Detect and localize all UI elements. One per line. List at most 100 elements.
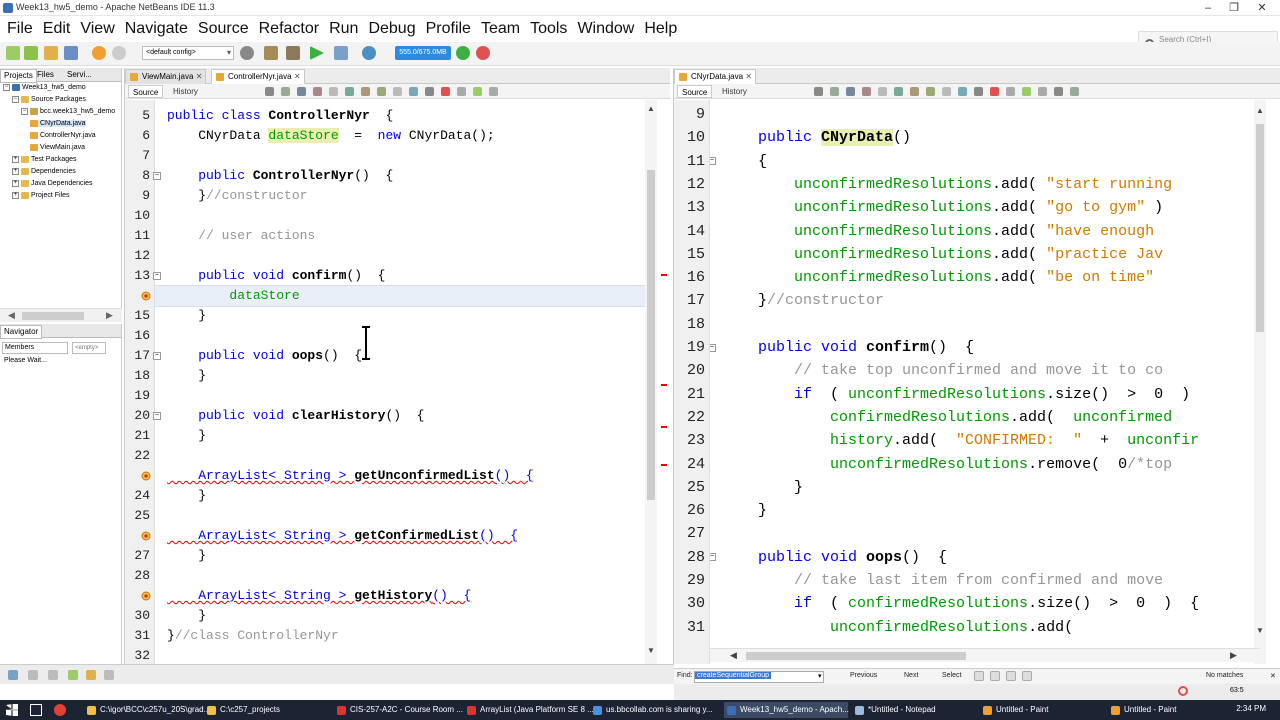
error-hint-icon[interactable]	[141, 471, 151, 481]
gc-icon[interactable]	[456, 46, 470, 60]
error-hint-icon[interactable]	[141, 531, 151, 541]
editor-tool-icon[interactable]	[489, 87, 498, 96]
menu-profile[interactable]: Profile	[421, 17, 476, 41]
highlight-icon[interactable]	[1022, 671, 1032, 681]
find-select-button[interactable]: Select	[942, 672, 961, 679]
output-icon[interactable]	[8, 670, 18, 680]
scroll-right-icon[interactable]: ▶	[106, 310, 113, 321]
tab-services[interactable]: Servi...	[64, 69, 95, 81]
editor-tool-icon[interactable]	[830, 87, 839, 96]
editor-tool-icon[interactable]	[1070, 87, 1079, 96]
terminal-icon[interactable]	[104, 670, 114, 680]
taskbar-item[interactable]: C:\igor\BCC\c257u_20S\grad...	[84, 702, 210, 718]
find-history-dropdown-icon[interactable]: ▾	[818, 672, 822, 680]
collapse-icon[interactable]: −	[3, 84, 10, 91]
taskbar-item[interactable]: Untitled - Paint	[980, 702, 1104, 718]
error-marker[interactable]	[661, 384, 667, 386]
find-input[interactable]: createSequentialGroup	[694, 671, 824, 683]
history-view-tab[interactable]: History	[169, 85, 202, 98]
editor-tool-icon[interactable]	[473, 87, 482, 96]
fold-toggle-icon[interactable]: −	[153, 272, 161, 280]
members-select[interactable]: Members	[2, 342, 68, 354]
debug-icon[interactable]	[334, 46, 348, 60]
run-icon[interactable]	[310, 46, 324, 60]
tab-files[interactable]: Files	[34, 69, 57, 81]
build-icon[interactable]	[264, 46, 278, 60]
history-view-tab[interactable]: History	[718, 85, 751, 98]
save-all-icon[interactable]	[64, 46, 78, 60]
memory-meter[interactable]: 555.0/675.0MB	[395, 46, 451, 60]
menu-help[interactable]: Help	[639, 17, 682, 41]
editor-tool-icon[interactable]	[425, 87, 434, 96]
chrome-icon[interactable]	[54, 704, 66, 716]
tab-controllernyr[interactable]: ControllerNyr.java ✕	[211, 69, 305, 84]
tree-item[interactable]: + Java Dependencies	[12, 180, 93, 187]
find-next-button[interactable]: Next	[904, 672, 918, 679]
taskbar-item[interactable]: C:\c257_projects	[204, 702, 328, 718]
menu-edit[interactable]: Edit	[38, 17, 76, 41]
editor-tool-icon[interactable]	[297, 87, 306, 96]
tree-item[interactable]: ViewMain.java	[30, 144, 85, 151]
windows-start-icon[interactable]	[6, 704, 18, 716]
search-results-icon[interactable]	[68, 670, 78, 680]
editor-tool-icon[interactable]	[393, 87, 402, 96]
menu-team[interactable]: Team	[476, 17, 525, 41]
menu-navigate[interactable]: Navigate	[120, 17, 193, 41]
close-tab-icon[interactable]: ✕	[196, 70, 203, 84]
taskbar-item[interactable]: *Untitled - Notepad	[852, 702, 976, 718]
editor-tool-icon[interactable]	[1054, 87, 1063, 96]
close-tab-icon[interactable]: ✕	[745, 70, 752, 84]
minimize-button[interactable]: –	[1196, 0, 1220, 16]
tab-cnyrdata[interactable]: CNyrData.java ✕	[674, 69, 757, 84]
undo-icon[interactable]	[92, 46, 106, 60]
editor-tool-icon[interactable]	[878, 87, 887, 96]
editor-tool-icon[interactable]	[345, 87, 354, 96]
regex-icon[interactable]	[1006, 671, 1016, 681]
tree-item[interactable]: + Test Packages	[12, 156, 77, 163]
new-project-icon[interactable]	[24, 46, 38, 60]
menu-debug[interactable]: Debug	[363, 17, 420, 41]
menu-refactor[interactable]: Refactor	[254, 17, 324, 41]
scroll-down-icon[interactable]: ▼	[1256, 626, 1264, 635]
scroll-right-icon[interactable]: ▶	[1230, 650, 1237, 661]
match-case-icon[interactable]	[974, 671, 984, 681]
fold-toggle-icon[interactable]: −	[153, 412, 161, 420]
source-view-tab[interactable]: Source	[677, 85, 713, 98]
scroll-left-icon[interactable]: ◀	[730, 650, 737, 661]
right-vscroll[interactable]: ▲ ▼	[1254, 100, 1266, 664]
empty-filter-select[interactable]: <empty>	[72, 342, 106, 354]
collapse-icon[interactable]: −	[21, 108, 28, 115]
left-vscroll-thumb[interactable]	[647, 170, 655, 500]
tree-item[interactable]: + Project Files	[12, 192, 70, 199]
editor-tool-icon[interactable]	[281, 87, 290, 96]
tree-item[interactable]: CNyrData.java	[30, 120, 86, 128]
editor-tool-icon[interactable]	[958, 87, 967, 96]
left-vscroll[interactable]: ▲ ▼	[645, 100, 657, 666]
editor-tool-icon[interactable]	[1006, 87, 1015, 96]
collapse-icon[interactable]: −	[12, 96, 19, 103]
editor-tool-icon[interactable]	[329, 87, 338, 96]
editor-tool-icon[interactable]	[377, 87, 386, 96]
profile-icon[interactable]	[362, 46, 376, 60]
menu-file[interactable]: File	[2, 17, 38, 41]
editor-tool-icon[interactable]	[1038, 87, 1047, 96]
stop-icon[interactable]	[476, 46, 490, 60]
right-vscroll-thumb[interactable]	[1256, 124, 1264, 332]
close-find-icon[interactable]: ✕	[1270, 672, 1276, 680]
editor-tool-icon[interactable]	[894, 87, 903, 96]
scroll-thumb[interactable]	[22, 312, 84, 320]
fold-toggle-icon[interactable]: −	[153, 352, 161, 360]
taskbar-item[interactable]: CIS-257-A2C - Course Room ...	[334, 702, 463, 718]
editor-tool-icon[interactable]	[265, 87, 274, 96]
tree-item[interactable]: − bcc.week13_hw5_demo	[21, 108, 115, 115]
menu-run[interactable]: Run	[324, 17, 363, 41]
config-select[interactable]: <default config>	[142, 46, 234, 60]
new-file-icon[interactable]	[6, 46, 20, 60]
editor-tool-icon[interactable]	[313, 87, 322, 96]
fold-toggle-icon[interactable]: −	[153, 172, 161, 180]
menu-source[interactable]: Source	[193, 17, 254, 41]
fold-toggle-icon[interactable]: −	[710, 157, 716, 166]
notification-icon[interactable]	[1178, 686, 1188, 696]
find-previous-button[interactable]: Previous	[850, 672, 877, 679]
editor-tool-icon[interactable]	[441, 87, 450, 96]
